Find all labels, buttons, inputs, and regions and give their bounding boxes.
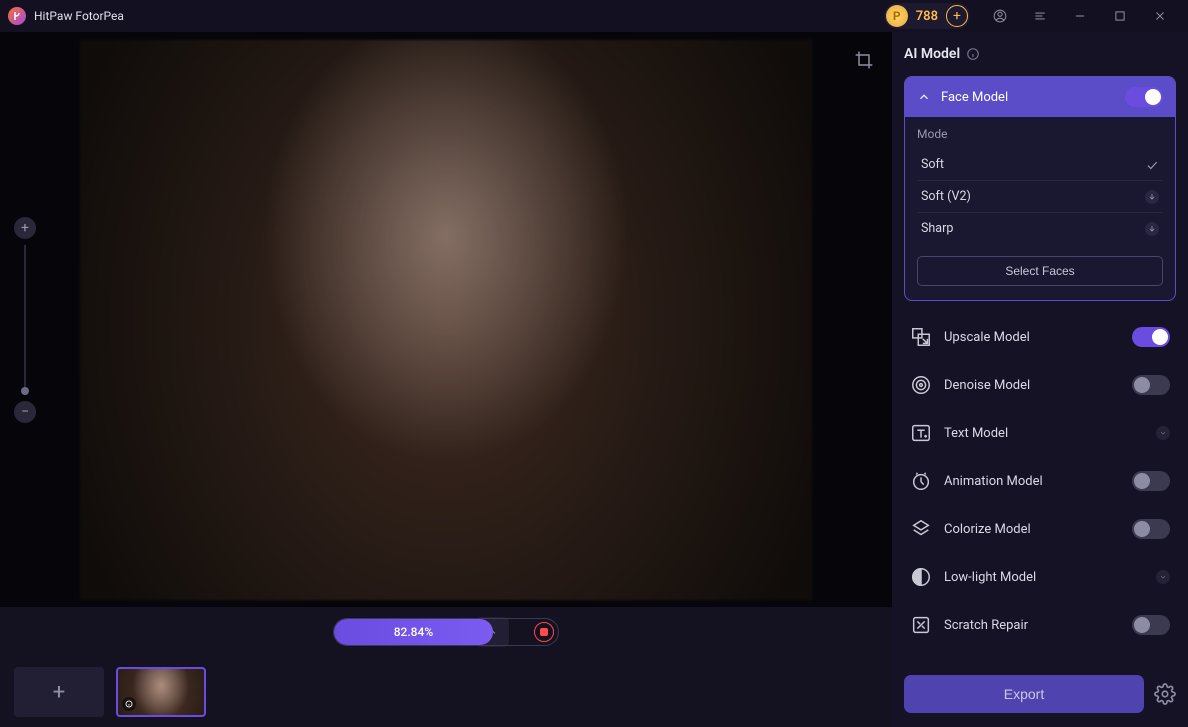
canvas[interactable]: + − — [0, 32, 892, 607]
menu-icon[interactable] — [1020, 0, 1060, 32]
mode-option-sharp[interactable]: Sharp — [917, 213, 1163, 244]
select-faces-button[interactable]: Select Faces — [917, 256, 1163, 286]
zoom-slider[interactable] — [24, 245, 26, 395]
coin-widget[interactable]: P 788 + — [884, 3, 970, 29]
lowlight-icon — [910, 566, 932, 588]
denoise-toggle[interactable] — [1132, 375, 1170, 395]
export-button[interactable]: Export — [904, 675, 1144, 713]
face-model-toggle[interactable] — [1125, 87, 1163, 107]
lowlight-label: Low-light Model — [944, 570, 1036, 585]
chevron-down-icon — [1156, 426, 1170, 440]
panel-title: AI Model — [904, 46, 1176, 62]
zoom-in-button[interactable]: + — [14, 217, 36, 239]
progress-bar: 82.84% — [333, 618, 559, 646]
download-icon — [1145, 222, 1159, 236]
model-row-scratch[interactable]: Scratch Repair — [904, 601, 1176, 649]
model-row-denoise[interactable]: Denoise Model — [904, 361, 1176, 409]
chevron-down-icon — [1156, 570, 1170, 584]
add-image-button[interactable]: + — [14, 667, 104, 717]
progress-row: Home 82.84% — [0, 607, 892, 657]
maximize-button[interactable] — [1100, 0, 1140, 32]
model-row-lowlight[interactable]: Low-light Model — [904, 553, 1176, 601]
app-title: HitPaw FotorPea — [34, 9, 124, 23]
side-panel: AI Model Face Model Mode Soft Soft (V2) — [892, 32, 1188, 727]
text-label: Text Model — [944, 426, 1008, 441]
animation-label: Animation Model — [944, 474, 1043, 489]
model-row-colorize[interactable]: Colorize Model — [904, 505, 1176, 553]
thumbnails: + — [0, 657, 892, 727]
scratch-toggle[interactable] — [1132, 615, 1170, 635]
animation-icon — [910, 470, 932, 492]
face-model-label: Face Model — [941, 90, 1008, 105]
add-coins-button[interactable]: + — [946, 5, 968, 27]
zoom-out-button[interactable]: − — [14, 401, 36, 423]
thumbnail-info-icon[interactable] — [122, 697, 136, 711]
progress-fill: 82.84% — [334, 619, 493, 645]
check-icon — [1145, 158, 1159, 172]
chevron-up-icon — [917, 90, 931, 104]
mode-label: Mode — [917, 127, 1163, 141]
model-row-text[interactable]: Text Model — [904, 409, 1176, 457]
account-icon[interactable] — [980, 0, 1020, 32]
zoom-thumb[interactable] — [21, 387, 29, 395]
face-model-group: Face Model Mode Soft Soft (V2) Sharp Sel… — [904, 76, 1176, 301]
thumbnail-1[interactable] — [116, 667, 206, 717]
mode-option-soft-v2[interactable]: Soft (V2) — [917, 181, 1163, 213]
info-icon[interactable] — [966, 47, 980, 61]
colorize-label: Colorize Model — [944, 522, 1031, 537]
text-icon — [910, 422, 932, 444]
colorize-toggle[interactable] — [1132, 519, 1170, 539]
colorize-icon — [910, 518, 932, 540]
model-row-upscale[interactable]: Upscale Model — [904, 313, 1176, 361]
coin-count: 788 — [908, 9, 946, 24]
coin-icon: P — [886, 5, 908, 27]
titlebar: HitPaw FotorPea P 788 + — [0, 0, 1188, 32]
crop-icon[interactable] — [854, 50, 874, 74]
app-logo — [8, 7, 26, 25]
denoise-icon — [910, 374, 932, 396]
zoom-controls: + − — [14, 217, 36, 423]
model-row-animation[interactable]: Animation Model — [904, 457, 1176, 505]
denoise-label: Denoise Model — [944, 378, 1030, 393]
upscale-label: Upscale Model — [944, 330, 1030, 345]
mode-option-soft[interactable]: Soft — [917, 149, 1163, 181]
download-icon — [1145, 190, 1159, 204]
close-button[interactable] — [1140, 0, 1180, 32]
upscale-toggle[interactable] — [1132, 327, 1170, 347]
minimize-button[interactable] — [1060, 0, 1100, 32]
settings-icon[interactable] — [1154, 683, 1176, 705]
preview-image — [80, 40, 812, 600]
upscale-icon — [910, 326, 932, 348]
animation-toggle[interactable] — [1132, 471, 1170, 491]
scratch-icon — [910, 614, 932, 636]
stop-button[interactable] — [534, 622, 554, 642]
face-model-header[interactable]: Face Model — [905, 77, 1175, 117]
scratch-label: Scratch Repair — [944, 618, 1028, 633]
progress-text: 82.84% — [394, 625, 433, 639]
